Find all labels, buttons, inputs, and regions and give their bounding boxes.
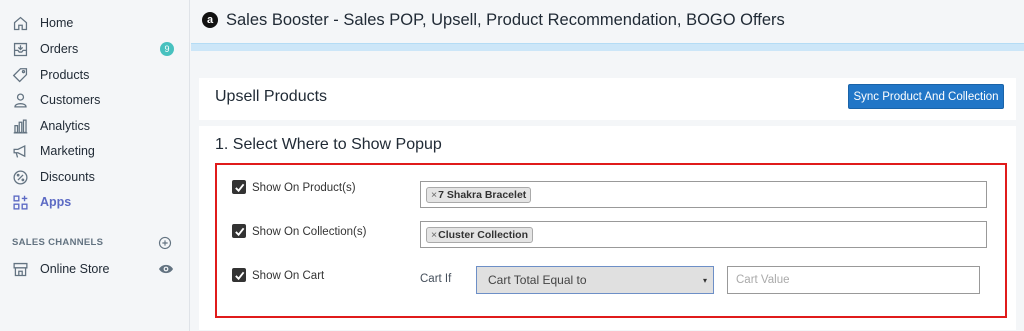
chevron-down-icon: ▾ (702, 276, 707, 285)
sidebar-item-label: Orders (40, 42, 79, 56)
megaphone-icon (11, 142, 29, 160)
cart-condition-select[interactable]: Cart Total Equal to ▾ (476, 266, 714, 294)
select-value: Cart Total Equal to (488, 273, 587, 287)
checkmark-icon (234, 183, 244, 192)
sidebar-item-home[interactable]: Home (0, 11, 190, 35)
sidebar: Home Orders 9 Products Customers Analyti… (0, 0, 190, 331)
collections-tag-input[interactable]: × Cluster Collection (420, 221, 987, 248)
home-icon (11, 14, 29, 32)
sidebar-item-label: Apps (40, 195, 72, 209)
app-header: a Sales Booster - Sales POP, Upsell, Pro… (191, 0, 1024, 43)
sales-channels-heading: SALES CHANNELS (12, 237, 104, 248)
show-on-products-checkbox[interactable] (232, 180, 246, 194)
upsell-products-card: Upsell Products Sync Product And Collect… (199, 78, 1016, 120)
person-icon (11, 91, 29, 109)
main-content: a Sales Booster - Sales POP, Upsell, Pro… (191, 0, 1024, 331)
sync-product-collection-button[interactable]: Sync Product And Collection (848, 84, 1004, 109)
show-on-cart-label: Show On Cart (252, 270, 325, 282)
apps-icon (11, 193, 29, 211)
sidebar-item-products[interactable]: Products (0, 63, 190, 87)
sidebar-item-label: Analytics (40, 119, 91, 133)
discount-icon (11, 168, 29, 186)
sidebar-item-marketing[interactable]: Marketing (0, 139, 190, 163)
sidebar-item-label: Products (40, 68, 90, 82)
tag-label: Cluster Collection (438, 229, 528, 241)
sidebar-item-label: Customers (40, 93, 101, 107)
show-on-products-label: Show On Product(s) (252, 182, 356, 194)
cart-if-label: Cart If (420, 273, 452, 285)
card-title: Upsell Products (215, 88, 328, 105)
sidebar-item-customers[interactable]: Customers (0, 88, 190, 112)
show-on-collections-checkbox[interactable] (232, 224, 246, 238)
selected-product-tag: × 7 Shakra Bracelet (426, 187, 532, 203)
store-icon (11, 260, 29, 278)
show-on-cart-checkbox[interactable] (232, 268, 246, 282)
section-title: 1. Select Where to Show Popup (215, 136, 442, 153)
sidebar-item-label: Home (40, 16, 74, 30)
cart-value-input[interactable] (727, 266, 980, 294)
sidebar-item-label: Online Store (40, 262, 110, 276)
sidebar-item-label: Discounts (40, 170, 95, 184)
selected-collection-tag: × Cluster Collection (426, 227, 533, 243)
add-sales-channel-icon[interactable] (158, 236, 172, 250)
sidebar-item-orders[interactable]: Orders 9 (0, 37, 190, 61)
highlighted-options-box: Show On Product(s) × 7 Shakra Bracelet Sh… (215, 163, 1007, 318)
page-title: Sales Booster - Sales POP, Upsell, Produ… (226, 11, 785, 29)
checkmark-icon (234, 271, 244, 280)
bar-chart-icon (11, 117, 29, 135)
orders-icon (11, 40, 29, 58)
remove-tag-icon[interactable]: × (431, 229, 437, 241)
sidebar-item-apps[interactable]: Apps (0, 190, 190, 214)
tag-label: 7 Shakra Bracelet (438, 189, 527, 201)
app-logo: a (202, 12, 218, 28)
header-divider (191, 43, 1024, 51)
products-tag-input[interactable]: × 7 Shakra Bracelet (420, 181, 987, 208)
checkmark-icon (234, 227, 244, 236)
orders-count-badge: 9 (160, 42, 174, 56)
view-store-eye-icon[interactable] (158, 262, 174, 276)
sidebar-item-label: Marketing (40, 144, 95, 158)
show-on-collections-label: Show On Collection(s) (252, 226, 367, 238)
sidebar-item-analytics[interactable]: Analytics (0, 114, 190, 138)
sidebar-item-discounts[interactable]: Discounts (0, 165, 190, 189)
tag-icon (11, 66, 29, 84)
remove-tag-icon[interactable]: × (431, 189, 437, 201)
popup-location-card: 1. Select Where to Show Popup Show On Pr… (199, 126, 1016, 330)
